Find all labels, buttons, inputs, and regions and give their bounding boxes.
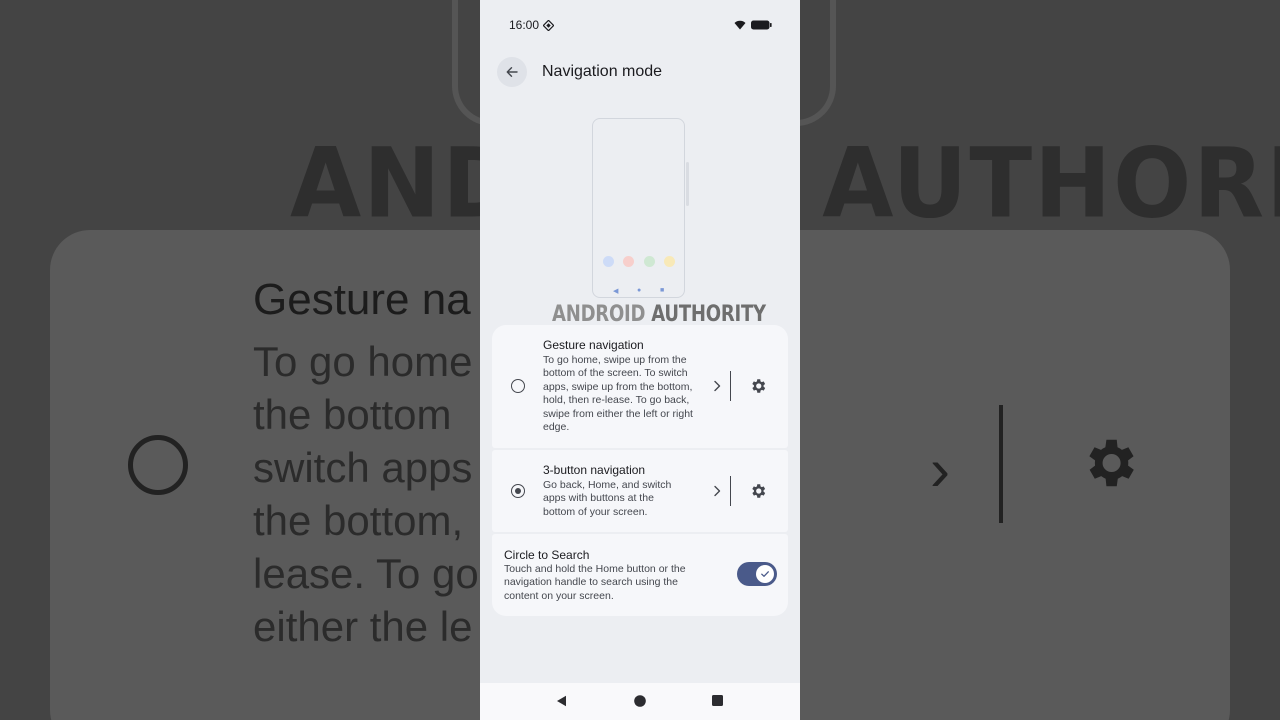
watermark: ANDROID AUTHORITY xyxy=(552,302,766,327)
option-title: Gesture navigation xyxy=(543,338,644,352)
3-button-radio[interactable] xyxy=(511,484,525,498)
app-header: Navigation mode xyxy=(480,52,800,96)
background-description: To go home the bottom switch apps the bo… xyxy=(253,338,479,650)
option-description: Go back, Home, and switch apps with butt… xyxy=(543,479,672,518)
chevron-right-icon[interactable] xyxy=(711,485,723,497)
back-button[interactable] xyxy=(497,57,527,87)
gear-icon[interactable] xyxy=(749,377,767,395)
watermark-part-1: ANDROID xyxy=(552,302,646,327)
preview-dot-blue xyxy=(603,256,614,267)
system-navigation-bar xyxy=(480,683,800,720)
nav-recents-icon[interactable] xyxy=(712,695,723,706)
circle-to-search-setting[interactable]: Circle to Search Touch and hold the Home… xyxy=(492,534,788,616)
circle-to-search-toggle[interactable] xyxy=(737,562,777,586)
preview-dot-green xyxy=(644,256,655,267)
toggle-knob xyxy=(756,565,774,583)
preview-back-icon: ◀ xyxy=(613,288,619,295)
option-title: 3-button navigation xyxy=(543,463,646,477)
page-title: Navigation mode xyxy=(542,63,663,80)
navigation-preview-illustration: ◀ ● ■ xyxy=(592,118,685,298)
status-time: 16:00 xyxy=(509,18,540,32)
battery-icon xyxy=(751,20,772,30)
watermark-part-2: AUTHORITY xyxy=(651,302,766,327)
option-3-button-navigation[interactable]: 3-button navigation Go back, Home, and s… xyxy=(492,450,788,532)
circle-to-search-description: Touch and hold the Home button or the na… xyxy=(504,563,686,602)
phone-screen: 16:00 Navigation mode ◀ ● ■ ANDROID AUTH… xyxy=(480,0,800,720)
preview-recents-icon: ■ xyxy=(660,287,665,294)
preview-home-icon: ● xyxy=(637,287,642,294)
background-gear-icon xyxy=(1089,439,1134,487)
location-diamond-icon xyxy=(543,20,554,31)
background-divider xyxy=(999,405,1003,523)
wifi-icon xyxy=(734,20,746,30)
preview-dot-red xyxy=(623,256,634,267)
chevron-right-icon[interactable] xyxy=(711,380,723,392)
status-bar: 16:00 xyxy=(480,0,800,50)
gesture-radio[interactable] xyxy=(511,379,525,393)
preview-side-button xyxy=(686,162,689,206)
gear-icon[interactable] xyxy=(749,482,767,500)
arrow-left-icon xyxy=(506,67,518,77)
nav-back-icon[interactable] xyxy=(556,695,567,707)
option-gesture-navigation[interactable]: Gesture navigation To go home, swipe up … xyxy=(492,325,788,448)
vertical-divider xyxy=(730,371,731,401)
nav-home-icon[interactable] xyxy=(634,695,646,707)
preview-dot-yellow xyxy=(664,256,675,267)
background-radio-icon xyxy=(128,435,188,495)
circle-to-search-title: Circle to Search xyxy=(504,548,590,562)
vertical-divider xyxy=(730,476,731,506)
option-description: To go home, swipe up from the bottom of … xyxy=(543,354,693,434)
check-icon xyxy=(761,571,769,577)
background-title: Gesture na xyxy=(253,275,471,324)
background-chevron-icon: › xyxy=(930,436,950,503)
